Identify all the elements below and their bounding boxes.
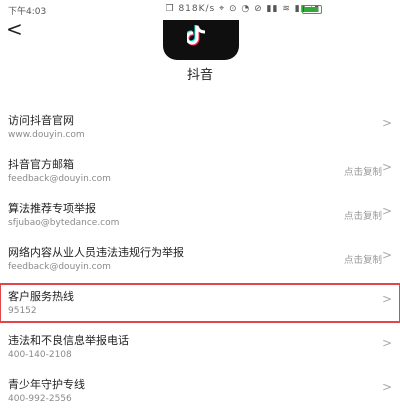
chevron-right-icon: > [381,204,392,218]
list-item-title: 访问抖音官网 [8,114,74,127]
copy-button[interactable]: 点击复制 [344,208,382,222]
list-item-title: 网络内容从业人员违法违规行为举报 [8,246,184,259]
list-item-title: 青少年守护专线 [8,378,85,391]
list-item-title: 违法和不良信息举报电话 [8,334,129,347]
list-item-title: 算法推荐专项举报 [8,202,96,215]
chevron-left-icon: < [6,17,23,41]
douyin-logo-icon [163,20,239,60]
list-item-subtitle: 400-992-2556 [8,394,72,404]
app-name: 抖音 [186,68,213,83]
copy-button[interactable]: 点击复制 [344,252,382,266]
copy-button[interactable]: 点击复制 [344,164,382,178]
douyin-note-icon [187,25,206,46]
list-item-subtitle: www.douyin.com [8,130,85,140]
chevron-right-icon: > [381,248,392,262]
list-item-subtitle: sfjubao@bytedance.com [8,218,120,228]
list-item-title: 抖音官方邮箱 [8,158,74,171]
chevron-right-icon: > [381,116,392,130]
list-item-subtitle: 400-140-2108 [8,350,72,360]
status-bar: 下午4:03 ❒ 818K/s ⌖ ⊙ ◔ ⊘ ▮▮ ≋ ▮▮ ◨ [0,0,400,18]
list-item[interactable]: 抖音官方邮箱 feedback@douyin.com 点击复制 > [0,152,400,190]
list-item-subtitle: feedback@douyin.com [8,174,111,184]
battery-icon [302,5,322,14]
back-button[interactable]: < [6,18,24,40]
battery-level [304,7,319,12]
list-item-subtitle: 95152 [8,306,37,316]
chevron-right-icon: > [381,336,392,350]
list-item[interactable]: 算法推荐专项举报 sfjubao@bytedance.com 点击复制 > [0,196,400,234]
list-item[interactable]: 客户服务热线 95152 > [0,283,400,323]
status-icons: ❒ 818K/s ⌖ ⊙ ◔ ⊘ ▮▮ ≋ ▮▮ ◨ [165,4,320,14]
chevron-right-icon: > [381,292,392,306]
status-time: 下午4:03 [8,7,47,17]
list-item[interactable]: 青少年守护专线 400-992-2556 > [0,372,400,410]
list-item[interactable]: 访问抖音官网 www.douyin.com > [0,108,400,146]
chevron-right-icon: > [381,380,392,394]
chevron-right-icon: > [381,160,392,174]
list-item[interactable]: 违法和不良信息举报电话 400-140-2108 > [0,328,400,366]
list-item-subtitle: feedback@douyin.com [8,262,111,272]
list-item[interactable]: 网络内容从业人员违法违规行为举报 feedback@douyin.com 点击复制 > [0,240,400,278]
list-item-title: 客户服务热线 [8,290,74,303]
contact-list: 访问抖音官网 www.douyin.com > 抖音官方邮箱 feedback@douy… [0,108,400,416]
